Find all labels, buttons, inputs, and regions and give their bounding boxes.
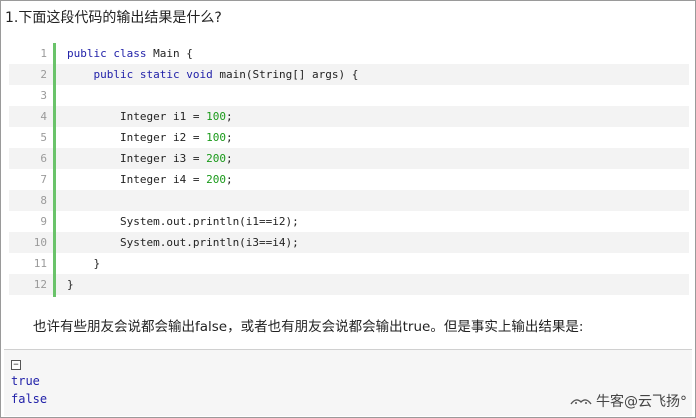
article-frame: 1.下面这段代码的输出结果是什么? 12} 11 } 10 System.out.p… <box>0 0 696 418</box>
code-token: main(String[] args) { <box>212 68 359 81</box>
code-number: 200 <box>206 152 226 165</box>
code-keyword: public class <box>67 47 147 60</box>
line-number: 8 <box>40 194 47 207</box>
code-text: } <box>67 257 100 270</box>
code-text: Integer i3 = 200; <box>67 152 233 165</box>
watermark-text: 牛客@云飞扬° <box>596 394 687 410</box>
line-number: 2 <box>40 68 47 81</box>
code-text: Integer i2 = 100; <box>67 131 233 144</box>
code-line: 3 <box>9 85 689 106</box>
explanation-text: 也许有些朋友会说都会输出false，或者也有朋友会说都会输出true。但是事实上… <box>33 319 584 335</box>
code-gutter-bar <box>53 43 56 297</box>
code-token: Integer i1 = <box>67 110 207 123</box>
code-text: System.out.println(i1==i2); <box>67 215 299 228</box>
code-line: 11 } <box>9 253 689 274</box>
code-line: 1 public class Main { <box>9 43 689 64</box>
question-title: 1.下面这段代码的输出结果是什么? <box>5 10 222 26</box>
code-text: public static void main(String[] args) { <box>67 68 359 81</box>
code-token: System.out.println(i1==i2); <box>67 215 299 228</box>
code-line: 12} <box>9 274 689 295</box>
code-line: 9 System.out.println(i1==i2); <box>9 211 689 232</box>
code-line: 5 Integer i2 = 100; <box>9 127 689 148</box>
line-number: 7 <box>40 173 47 186</box>
line-number: 9 <box>40 215 47 228</box>
code-text: } <box>67 278 74 291</box>
code-token: ; <box>225 131 233 144</box>
output-line: false <box>11 392 48 406</box>
code-token: Integer i4 = <box>67 173 207 186</box>
code-text: System.out.println(i3==i4); <box>67 236 299 249</box>
code-token: } <box>67 257 101 270</box>
code-token: ; <box>225 152 233 165</box>
code-number: 100 <box>206 131 226 144</box>
code-line: 8 <box>9 190 689 211</box>
line-number: 12 <box>33 278 47 291</box>
code-line: 6 Integer i3 = 200; <box>9 148 689 169</box>
code-token: ; <box>225 173 233 186</box>
code-block: 12} 11 } 10 System.out.println(i3==i4); 9 S… <box>9 43 689 297</box>
code-token: Integer i2 = <box>67 131 207 144</box>
code-text: public class Main { <box>67 47 193 60</box>
line-number: 10 <box>33 236 47 249</box>
code-token: ; <box>225 110 233 123</box>
code-token: Main { <box>146 47 193 60</box>
code-number: 100 <box>206 110 226 123</box>
code-line: 2 public static void main(String[] args)… <box>9 64 689 85</box>
code-number: 200 <box>206 173 226 186</box>
line-number: 11 <box>33 257 47 270</box>
code-token: System.out.println(i3==i4); <box>67 236 299 249</box>
line-number: 1 <box>40 47 47 60</box>
output-line: true <box>11 374 40 388</box>
line-number: 3 <box>40 89 47 102</box>
code-text: Integer i4 = 200; <box>67 173 233 186</box>
line-number: 6 <box>40 152 47 165</box>
line-number: 5 <box>40 131 47 144</box>
code-line: 4 Integer i1 = 100; <box>9 106 689 127</box>
code-token: Integer i3 = <box>67 152 207 165</box>
code-token: } <box>67 278 74 291</box>
code-keyword: public static void <box>93 68 213 81</box>
code-text: Integer i1 = 100; <box>67 110 233 123</box>
collapse-toggle-icon[interactable]: − <box>11 360 21 370</box>
watermark: 牛客@云飞扬° <box>570 391 687 411</box>
niuke-logo-icon <box>570 399 592 405</box>
code-line: 10 System.out.println(i3==i4); <box>9 232 689 253</box>
code-line: 7 Integer i4 = 200; <box>9 169 689 190</box>
line-number: 4 <box>40 110 47 123</box>
